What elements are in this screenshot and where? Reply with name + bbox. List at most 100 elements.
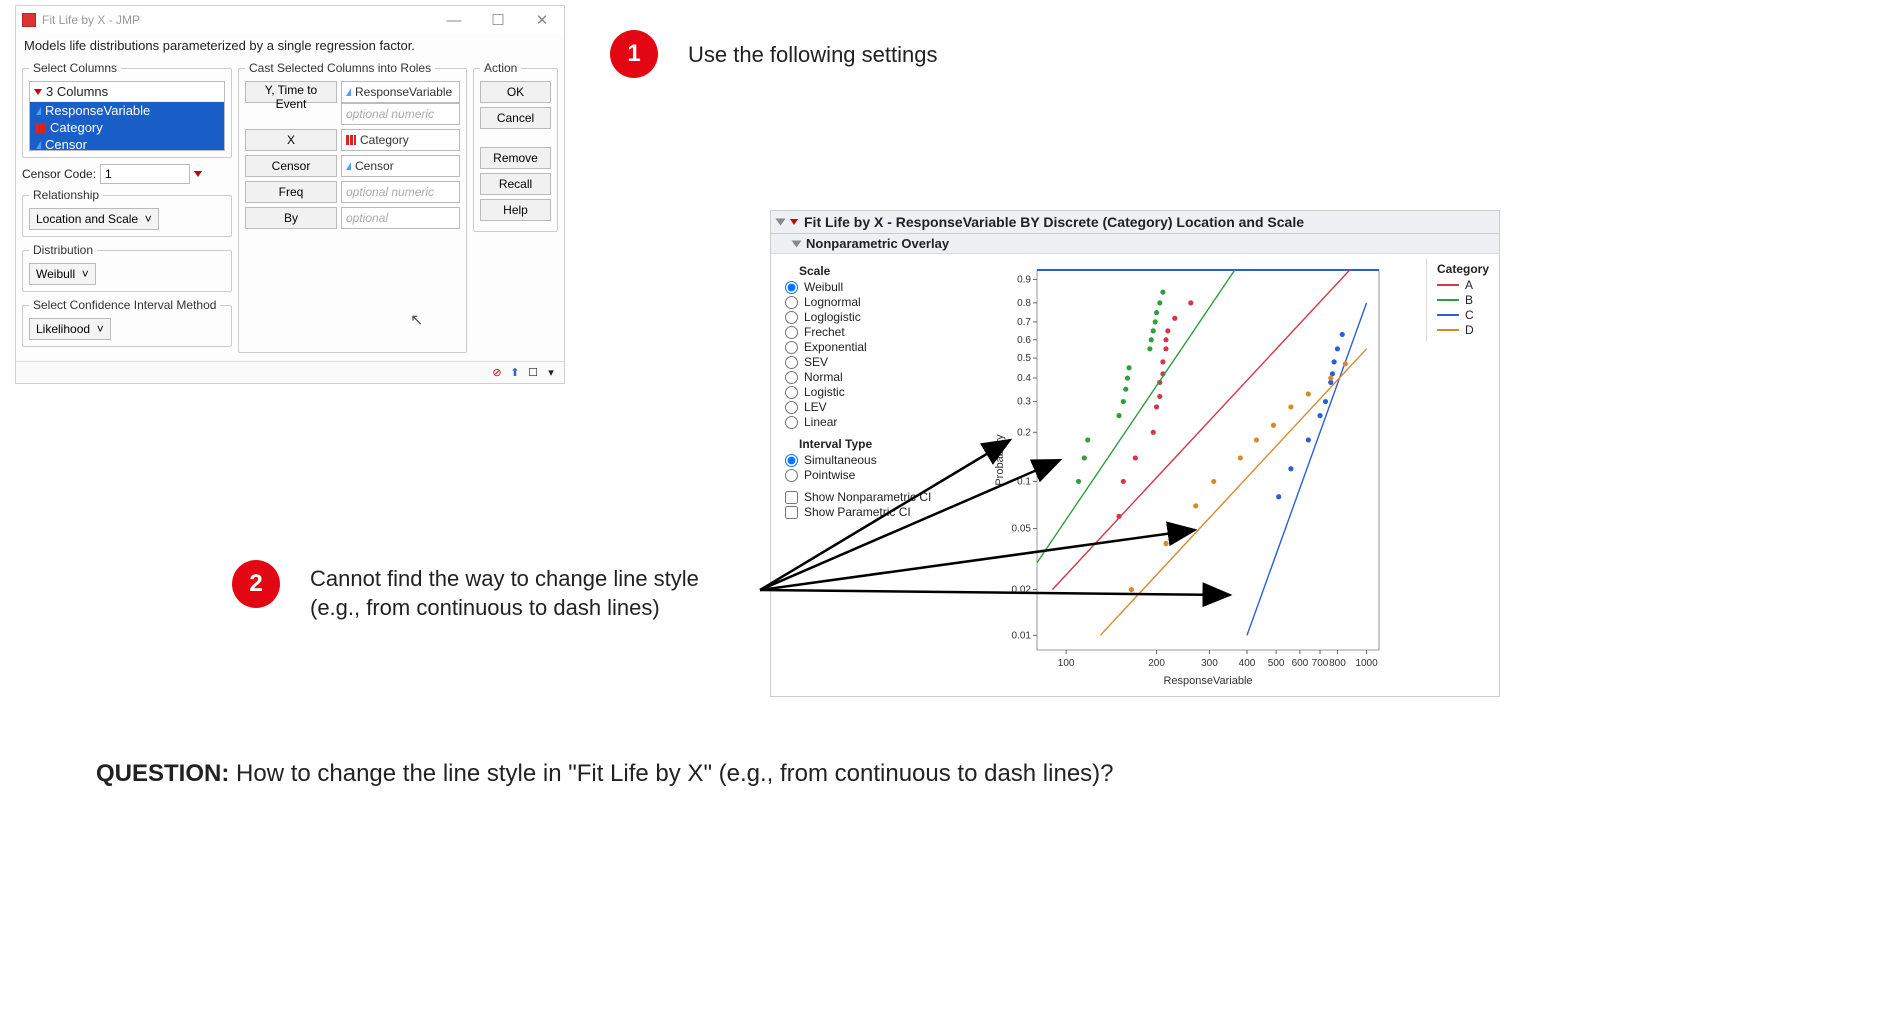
- show-param-ci-checkbox[interactable]: [785, 506, 798, 519]
- close-button[interactable]: ✕: [520, 6, 564, 34]
- columns-list[interactable]: 3 Columns ResponseVariable Category Cens…: [29, 81, 225, 151]
- ci-group: Select Confidence Interval Method Likeli…: [22, 298, 232, 347]
- plot-svg: 10020030040050060070080010000.010.020.05…: [945, 260, 1493, 690]
- dialog-title: Fit Life by X - JMP: [42, 13, 140, 27]
- scale-radio-linear[interactable]: [785, 416, 798, 429]
- legend-swatch: [1437, 284, 1459, 286]
- output-title: Fit Life by X - ResponseVariable BY Disc…: [804, 214, 1304, 230]
- legend-item[interactable]: D: [1437, 323, 1489, 337]
- menu-triangle-icon[interactable]: ▾: [544, 366, 558, 380]
- scale-radio-lev[interactable]: [785, 401, 798, 414]
- continuous-icon: [36, 141, 41, 149]
- scale-radio-frechet[interactable]: [785, 326, 798, 339]
- fit-life-output: Fit Life by X - ResponseVariable BY Disc…: [770, 210, 1500, 697]
- maximize-button[interactable]: ☐: [476, 6, 520, 34]
- scale-label: Logistic: [804, 385, 845, 399]
- y-role-button[interactable]: Y, Time to Event: [245, 81, 337, 103]
- ci-select[interactable]: Likelihood ˅: [29, 318, 111, 340]
- red-triangle-icon[interactable]: [34, 89, 42, 95]
- censor-role-button[interactable]: Censor: [245, 155, 337, 177]
- scale-radio-lognormal[interactable]: [785, 296, 798, 309]
- censor-role-slot[interactable]: Censor: [341, 155, 460, 177]
- output-title-bar[interactable]: Fit Life by X - ResponseVariable BY Disc…: [771, 211, 1499, 234]
- interval-label: Simultaneous: [804, 453, 877, 467]
- nominal-icon: [346, 135, 356, 145]
- show-nonparam-ci-checkbox[interactable]: [785, 491, 798, 504]
- svg-text:0.3: 0.3: [1017, 397, 1031, 408]
- y-role-slot[interactable]: ResponseVariable: [341, 81, 460, 103]
- fit-life-dialog: Fit Life by X - JMP — ☐ ✕ Models life di…: [15, 5, 565, 384]
- svg-text:200: 200: [1148, 658, 1165, 669]
- interval-header: Interval Type: [799, 437, 935, 451]
- nominal-icon: [36, 123, 46, 133]
- square-icon[interactable]: ☐: [526, 366, 540, 380]
- distribution-legend: Distribution: [29, 243, 97, 257]
- svg-text:300: 300: [1201, 658, 1218, 669]
- interval-radio-pointwise[interactable]: [785, 469, 798, 482]
- legend-swatch: [1437, 329, 1459, 331]
- dialog-titlebar[interactable]: Fit Life by X - JMP — ☐ ✕: [16, 6, 564, 34]
- svg-text:100: 100: [1058, 658, 1075, 669]
- disclosure-icon[interactable]: [792, 240, 802, 247]
- column-item[interactable]: Censor: [30, 136, 224, 151]
- by-role-button[interactable]: By: [245, 207, 337, 229]
- scale-radio-loglogistic[interactable]: [785, 311, 798, 324]
- scale-label: Frechet: [804, 325, 845, 339]
- freq-role-button[interactable]: Freq: [245, 181, 337, 203]
- output-subtitle: Nonparametric Overlay: [806, 236, 949, 251]
- scale-radio-weibull[interactable]: [785, 281, 798, 294]
- output-subtitle-bar[interactable]: Nonparametric Overlay: [771, 234, 1499, 254]
- column-item[interactable]: Category: [30, 119, 224, 136]
- svg-text:0.5: 0.5: [1017, 353, 1031, 364]
- remove-button[interactable]: Remove: [480, 147, 551, 169]
- disclosure-icon[interactable]: [776, 219, 786, 226]
- by-role-slot[interactable]: optional: [341, 207, 460, 229]
- cancel-button[interactable]: Cancel: [480, 107, 551, 129]
- y-role-placeholder[interactable]: optional numeric: [341, 103, 460, 125]
- action-legend: Action: [480, 61, 521, 75]
- x-role-slot[interactable]: Category: [341, 129, 460, 151]
- svg-text:0.01: 0.01: [1012, 630, 1032, 641]
- recall-button[interactable]: Recall: [480, 173, 551, 195]
- select-columns-legend: Select Columns: [29, 61, 121, 75]
- legend-swatch: [1437, 299, 1459, 301]
- relationship-group: Relationship Location and Scale ˅: [22, 188, 232, 237]
- scale-header: Scale: [799, 264, 935, 278]
- x-role-button[interactable]: X: [245, 129, 337, 151]
- svg-text:0.05: 0.05: [1012, 524, 1032, 535]
- scale-radio-normal[interactable]: [785, 371, 798, 384]
- interval-radio-simultaneous[interactable]: [785, 454, 798, 467]
- relationship-select[interactable]: Location and Scale ˅: [29, 208, 159, 230]
- censor-code-input[interactable]: [100, 164, 190, 184]
- cursor-icon: ↖: [410, 310, 423, 330]
- red-triangle-icon[interactable]: [194, 171, 202, 177]
- legend-item[interactable]: C: [1437, 308, 1489, 322]
- scale-radio-logistic[interactable]: [785, 386, 798, 399]
- svg-text:0.8: 0.8: [1017, 298, 1031, 309]
- scale-label: Normal: [804, 370, 843, 384]
- scale-label: Weibull: [804, 280, 843, 294]
- legend: Category ABCD: [1426, 258, 1495, 342]
- ok-button[interactable]: OK: [480, 81, 551, 103]
- svg-text:1000: 1000: [1355, 658, 1378, 669]
- column-item[interactable]: ResponseVariable: [30, 102, 224, 119]
- svg-text:0.7: 0.7: [1017, 317, 1031, 328]
- scale-radio-sev[interactable]: [785, 356, 798, 369]
- distribution-select[interactable]: Weibull ˅: [29, 263, 96, 285]
- action-group: Action OK Cancel Remove Recall Help: [473, 61, 558, 232]
- scale-controls: Scale Weibull Lognormal Loglogistic Frec…: [785, 260, 935, 690]
- legend-label: B: [1465, 293, 1473, 307]
- legend-item[interactable]: A: [1437, 278, 1489, 292]
- freq-role-slot[interactable]: optional numeric: [341, 181, 460, 203]
- scale-label: Loglogistic: [804, 310, 861, 324]
- home-icon[interactable]: ⬆: [508, 366, 522, 380]
- columns-count: 3 Columns: [46, 84, 108, 99]
- probability-plot[interactable]: 10020030040050060070080010000.010.020.05…: [945, 260, 1493, 690]
- error-icon[interactable]: ⊘: [490, 366, 504, 380]
- scale-radio-exponential[interactable]: [785, 341, 798, 354]
- help-button[interactable]: Help: [480, 199, 551, 221]
- red-triangle-icon[interactable]: [790, 219, 798, 225]
- minimize-button[interactable]: —: [432, 6, 476, 34]
- interval-label: Pointwise: [804, 468, 855, 482]
- legend-item[interactable]: B: [1437, 293, 1489, 307]
